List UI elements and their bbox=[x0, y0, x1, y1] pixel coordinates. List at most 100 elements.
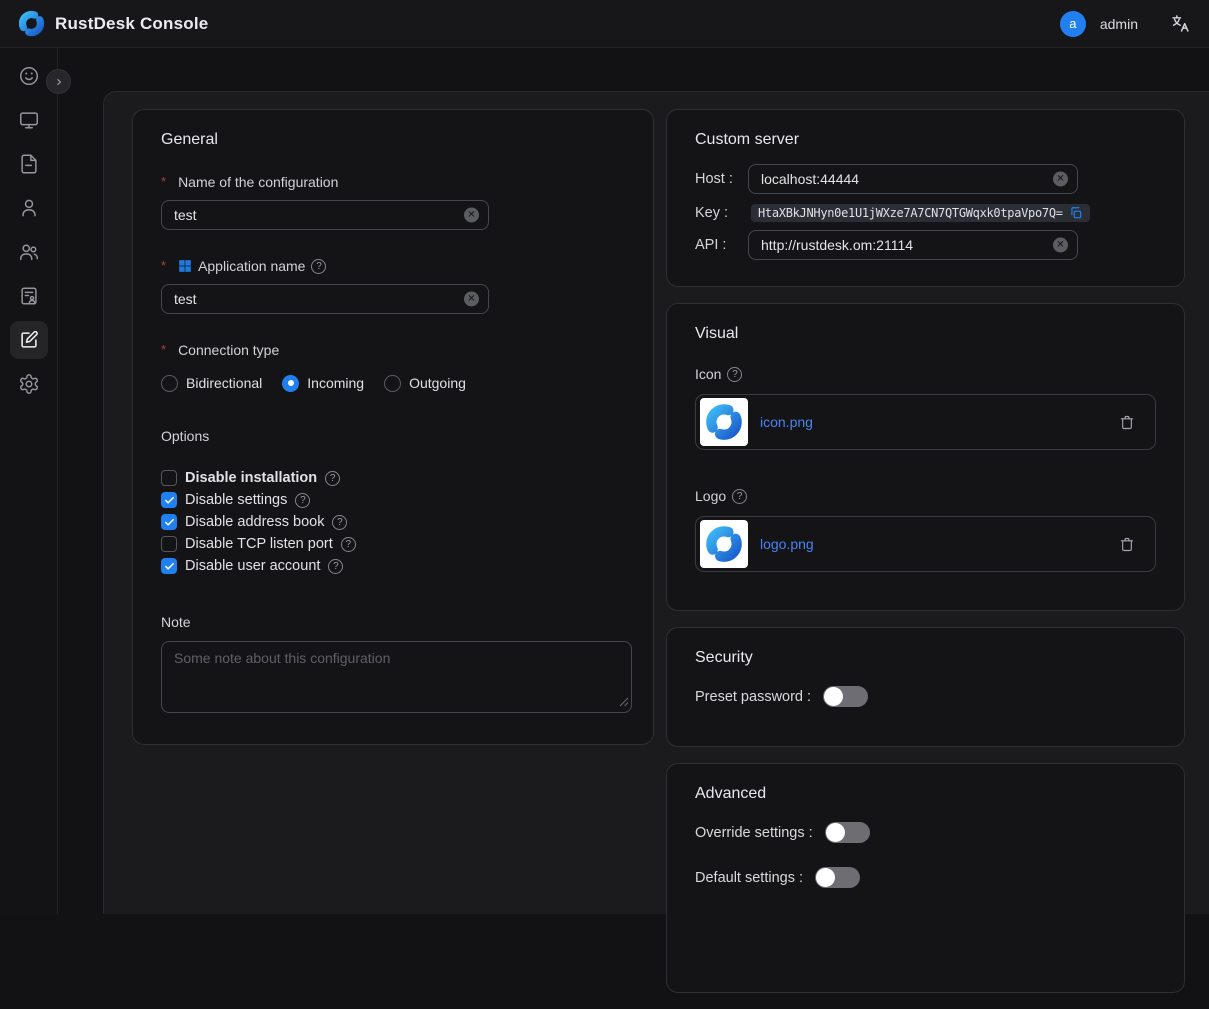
help-icon[interactable]: ? bbox=[311, 259, 326, 274]
help-icon[interactable]: ? bbox=[328, 559, 343, 574]
sidebar-item-audit[interactable] bbox=[10, 277, 48, 315]
key-label: Key : bbox=[695, 205, 748, 221]
sidebar-item-smile[interactable] bbox=[10, 57, 48, 95]
checkbox-disable-settings[interactable]: Disable settings ? bbox=[161, 489, 625, 511]
sidebar-nav bbox=[0, 48, 58, 914]
application-name-label: Application name ? bbox=[161, 256, 625, 276]
help-icon[interactable]: ? bbox=[341, 537, 356, 552]
file-text-icon bbox=[18, 153, 40, 175]
server-key-value: HtaXBkJNHyn0e1U1jWXze7A7CN7QTGWqxk0tpaVp… bbox=[751, 204, 1090, 222]
user-icon bbox=[18, 197, 40, 219]
sidebar-item-devices[interactable] bbox=[10, 101, 48, 139]
default-settings-toggle[interactable] bbox=[815, 867, 860, 888]
visual-card: Visual Icon ? icon.png bbox=[666, 303, 1185, 611]
user-name[interactable]: admin bbox=[1100, 16, 1138, 32]
clear-icon[interactable]: ✕ bbox=[1053, 238, 1068, 253]
radio-dot bbox=[282, 375, 299, 392]
checkbox bbox=[161, 470, 177, 486]
sidebar-item-users[interactable] bbox=[10, 189, 48, 227]
note-label: Note bbox=[161, 612, 625, 632]
windows-icon bbox=[178, 259, 192, 273]
connection-type-group: Bidirectional Incoming Outgoing bbox=[161, 372, 625, 394]
checkbox-disable-installation[interactable]: Disable installation ? bbox=[161, 467, 625, 489]
audit-log-icon bbox=[18, 285, 40, 307]
visual-title: Visual bbox=[695, 322, 1156, 346]
checkbox-disable-user-account[interactable]: Disable user account ? bbox=[161, 555, 625, 577]
help-icon[interactable]: ? bbox=[732, 489, 747, 504]
logo-file-link[interactable]: logo.png bbox=[760, 536, 1119, 552]
default-settings-label: Default settings : bbox=[695, 870, 803, 886]
application-name-field-wrap: ✕ bbox=[161, 284, 489, 314]
application-name-input[interactable] bbox=[161, 284, 489, 314]
checkbox-disable-tcp-listen-port[interactable]: Disable TCP listen port ? bbox=[161, 533, 625, 555]
custom-server-title: Custom server bbox=[695, 128, 1156, 152]
general-card: General Name of the configuration ✕ Appl… bbox=[132, 109, 654, 745]
application-name-text: Application name bbox=[198, 256, 305, 276]
user-avatar[interactable]: a bbox=[1060, 11, 1086, 37]
checkbox bbox=[161, 514, 177, 530]
radio-outgoing[interactable]: Outgoing bbox=[384, 375, 466, 392]
advanced-card: Advanced Override settings : Default set… bbox=[666, 763, 1185, 993]
sidebar-item-documents[interactable] bbox=[10, 145, 48, 183]
clear-icon[interactable]: ✕ bbox=[464, 292, 479, 307]
icon-label-text: Icon bbox=[695, 364, 721, 384]
checkbox bbox=[161, 536, 177, 552]
connection-type-label: Connection type bbox=[161, 340, 625, 360]
sidebar-item-groups[interactable] bbox=[10, 233, 48, 271]
radio-dot bbox=[384, 375, 401, 392]
radio-label: Outgoing bbox=[409, 375, 466, 391]
checkbox-label: Disable installation bbox=[185, 470, 317, 486]
clear-icon[interactable]: ✕ bbox=[464, 208, 479, 223]
help-icon[interactable]: ? bbox=[332, 515, 347, 530]
general-title: General bbox=[161, 128, 625, 152]
checkbox bbox=[161, 558, 177, 574]
logo-label-text: Logo bbox=[695, 486, 726, 506]
security-card: Security Preset password : bbox=[666, 627, 1185, 747]
app-header: RustDesk Console a admin bbox=[0, 0, 1209, 48]
config-name-field-wrap: ✕ bbox=[161, 200, 489, 230]
translate-icon[interactable] bbox=[1170, 13, 1191, 34]
main-content: General Name of the configuration ✕ Appl… bbox=[103, 91, 1209, 914]
sidebar-expand-button[interactable] bbox=[46, 69, 71, 94]
help-icon[interactable]: ? bbox=[727, 367, 742, 382]
copy-icon[interactable] bbox=[1069, 206, 1083, 220]
host-input[interactable] bbox=[748, 164, 1078, 194]
note-textarea[interactable] bbox=[161, 641, 632, 713]
config-name-label: Name of the configuration bbox=[161, 172, 625, 192]
users-icon bbox=[18, 241, 40, 263]
options-group: Disable installation ? Disable settings … bbox=[161, 467, 625, 577]
icon-label: Icon ? bbox=[695, 364, 1156, 384]
api-field-wrap: ✕ bbox=[748, 230, 1078, 260]
checkbox bbox=[161, 492, 177, 508]
clear-icon[interactable]: ✕ bbox=[1053, 172, 1068, 187]
preset-password-toggle[interactable] bbox=[823, 686, 868, 707]
checkbox-disable-address-book[interactable]: Disable address book ? bbox=[161, 511, 625, 533]
sidebar-item-custom-clients[interactable] bbox=[10, 321, 48, 359]
preset-password-label: Preset password : bbox=[695, 689, 811, 705]
config-name-input[interactable] bbox=[161, 200, 489, 230]
help-icon[interactable]: ? bbox=[295, 493, 310, 508]
icon-file-link[interactable]: icon.png bbox=[760, 414, 1119, 430]
smile-icon bbox=[18, 65, 40, 87]
help-icon[interactable]: ? bbox=[325, 471, 340, 486]
host-row: Host : ✕ bbox=[695, 164, 1156, 194]
key-text: HtaXBkJNHyn0e1U1jWXze7A7CN7QTGWqxk0tpaVp… bbox=[758, 206, 1063, 220]
radio-label: Bidirectional bbox=[186, 375, 262, 391]
trash-icon[interactable] bbox=[1119, 414, 1135, 431]
override-settings-toggle[interactable] bbox=[825, 822, 870, 843]
radio-incoming[interactable]: Incoming bbox=[282, 375, 364, 392]
icon-thumbnail bbox=[700, 398, 748, 446]
api-input[interactable] bbox=[748, 230, 1078, 260]
radio-bidirectional[interactable]: Bidirectional bbox=[161, 375, 262, 392]
trash-icon[interactable] bbox=[1119, 536, 1135, 553]
default-settings-row: Default settings : bbox=[695, 867, 1156, 888]
edit-square-icon bbox=[18, 329, 40, 351]
checkbox-label: Disable TCP listen port bbox=[185, 536, 333, 552]
sidebar-item-settings[interactable] bbox=[10, 365, 48, 403]
options-label: Options bbox=[161, 426, 625, 446]
chevron-right-icon bbox=[52, 75, 66, 89]
host-label: Host : bbox=[695, 171, 748, 187]
checkbox-label: Disable address book bbox=[185, 514, 324, 530]
checkbox-label: Disable user account bbox=[185, 558, 320, 574]
key-row: Key : HtaXBkJNHyn0e1U1jWXze7A7CN7QTGWqxk… bbox=[695, 204, 1156, 222]
